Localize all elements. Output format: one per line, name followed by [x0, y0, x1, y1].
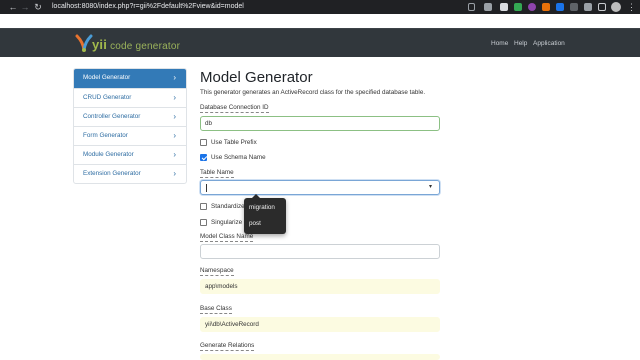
nav-help[interactable]: Help: [514, 40, 527, 47]
chevron-right-icon: ›: [173, 112, 176, 121]
base-class-input[interactable]: yii\db\ActiveRecord: [200, 317, 440, 332]
sidebar-item-form-generator[interactable]: Form Generator ›: [74, 126, 186, 145]
generator-sidebar: Model Generator › CRUD Generator › Contr…: [73, 68, 187, 184]
checkbox-box[interactable]: [200, 219, 207, 226]
autocomplete-option[interactable]: migration: [244, 200, 286, 216]
brand[interactable]: yii code generator: [92, 37, 180, 52]
sidebar-item-label: Controller Generator: [83, 113, 141, 120]
sidebar-item-crud-generator[interactable]: CRUD Generator ›: [74, 88, 186, 107]
sidebar-item-label: Form Generator: [83, 132, 128, 139]
extension-icon[interactable]: [514, 3, 522, 11]
page-description: This generator generates an ActiveRecord…: [200, 89, 426, 96]
base-class-label: Base Class: [200, 305, 232, 314]
back-arrow-icon[interactable]: ←: [8, 1, 18, 13]
puzzle-icon[interactable]: [584, 3, 592, 11]
sidebar-item-controller-generator[interactable]: Controller Generator ›: [74, 107, 186, 126]
singularize-checkbox[interactable]: Singularize: [200, 218, 242, 227]
use-schema-name-checkbox[interactable]: Use Schema Name: [200, 153, 266, 162]
checkbox-label: Use Schema Name: [211, 154, 266, 161]
checkbox-box[interactable]: [200, 203, 207, 210]
extension-icon[interactable]: [542, 3, 550, 11]
model-class-label: Model Class Name: [200, 233, 254, 242]
checkbox-label: Use Table Prefix: [211, 139, 257, 146]
text-cursor: [206, 184, 207, 192]
namespace-input[interactable]: app\models: [200, 279, 440, 294]
extension-icon[interactable]: [528, 3, 536, 11]
table-name-label: Table Name: [200, 169, 234, 178]
chevron-right-icon: ›: [173, 131, 176, 140]
nav-home[interactable]: Home: [491, 40, 508, 47]
nav-application[interactable]: Application: [533, 40, 565, 47]
brand-suffix: code generator: [110, 41, 181, 52]
extension-icon[interactable]: [500, 3, 508, 11]
checkbox-label: Singularize: [211, 219, 243, 226]
chevron-right-icon: ›: [173, 73, 176, 82]
yii-logo-icon: [75, 34, 93, 52]
namespace-label: Namespace: [200, 267, 234, 276]
table-name-autocomplete: migration post: [244, 194, 286, 234]
sidebar-item-extension-generator[interactable]: Extension Generator ›: [74, 164, 186, 183]
page-title: Model Generator: [200, 69, 313, 86]
sidebar-item-module-generator[interactable]: Module Generator ›: [74, 145, 186, 164]
brand-name: yii: [92, 37, 108, 52]
sidebar-item-model-generator[interactable]: Model Generator ›: [74, 69, 186, 88]
sidebar-panel-icon[interactable]: [598, 3, 606, 11]
db-connection-label: Database Connection ID: [200, 104, 269, 113]
share-icon[interactable]: [468, 3, 475, 11]
use-table-prefix-checkbox[interactable]: Use Table Prefix: [200, 138, 257, 147]
reload-icon[interactable]: ↻: [33, 1, 43, 13]
generate-relations-label: Generate Relations: [200, 342, 255, 351]
browser-toolbar: ← → ↻ localhost:8080/index.php?r=gii%2Fd…: [0, 0, 640, 14]
db-connection-input[interactable]: db: [200, 116, 440, 131]
sidebar-item-label: Extension Generator: [83, 170, 141, 177]
generate-relations-field[interactable]: [200, 354, 440, 360]
menu-icon[interactable]: ⋮: [627, 1, 636, 13]
chevron-right-icon: ›: [173, 93, 176, 102]
autocomplete-option[interactable]: post: [244, 216, 286, 232]
checkbox-box[interactable]: [200, 154, 207, 161]
chevron-down-icon[interactable]: ▾: [429, 181, 432, 194]
chevron-right-icon: ›: [173, 169, 176, 178]
model-class-input[interactable]: [200, 244, 440, 259]
address-bar[interactable]: localhost:8080/index.php?r=gii%2Fdefault…: [52, 2, 462, 12]
sidebar-item-label: Module Generator: [83, 151, 134, 158]
sidebar-item-label: Model Generator: [83, 74, 131, 81]
sidebar-item-label: CRUD Generator: [83, 94, 132, 101]
extension-icon[interactable]: [570, 3, 578, 11]
forward-arrow-icon[interactable]: →: [20, 1, 30, 13]
extension-icon[interactable]: [556, 3, 564, 11]
star-icon[interactable]: [484, 3, 492, 11]
checkbox-box[interactable]: [200, 139, 207, 146]
chevron-right-icon: ›: [173, 150, 176, 159]
table-name-input[interactable]: ▾: [200, 180, 440, 195]
avatar[interactable]: [611, 2, 621, 12]
